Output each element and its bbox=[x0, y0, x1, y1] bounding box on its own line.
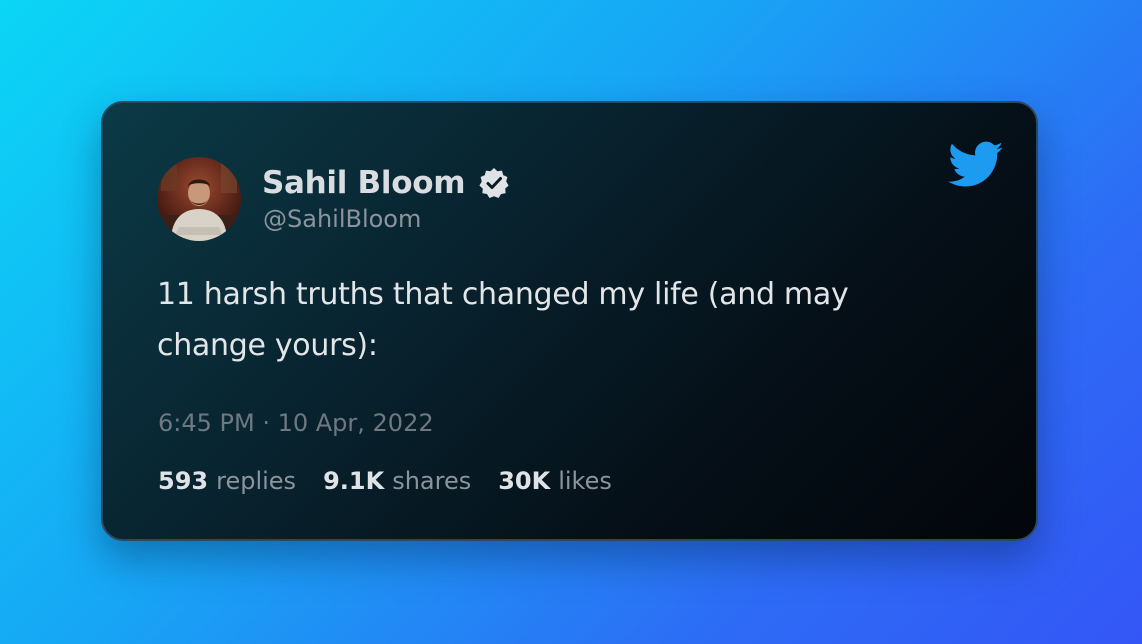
stat-replies-count: 593 bbox=[158, 467, 209, 495]
author-handle[interactable]: @SahilBloom bbox=[263, 205, 421, 233]
tweet-card: Sahil Bloom @SahilBloom 11 harsh truths … bbox=[101, 101, 1038, 541]
stat-likes[interactable]: 30K likes bbox=[498, 467, 612, 495]
stat-replies-label: replies bbox=[216, 467, 297, 495]
verified-badge-icon bbox=[479, 168, 509, 198]
stat-shares-count: 9.1K bbox=[323, 467, 385, 495]
twitter-bird-icon[interactable] bbox=[948, 141, 1004, 189]
tweet-stats: 593 replies 9.1K shares 30K likes bbox=[158, 467, 639, 495]
stat-likes-label: likes bbox=[558, 467, 612, 495]
author-name-row: Sahil Bloom bbox=[262, 163, 511, 203]
tweet-timestamp[interactable]: 6:45 PM · 10 Apr, 2022 bbox=[158, 409, 434, 437]
stat-shares[interactable]: 9.1K shares bbox=[323, 467, 471, 495]
stat-shares-label: shares bbox=[392, 467, 472, 495]
tweet-text: 11 harsh truths that changed my life (an… bbox=[157, 277, 849, 363]
stat-replies[interactable]: 593 replies bbox=[158, 467, 296, 495]
avatar[interactable] bbox=[157, 157, 241, 241]
stat-likes-count: 30K bbox=[498, 467, 551, 495]
author-name[interactable]: Sahil Bloom bbox=[262, 165, 466, 201]
